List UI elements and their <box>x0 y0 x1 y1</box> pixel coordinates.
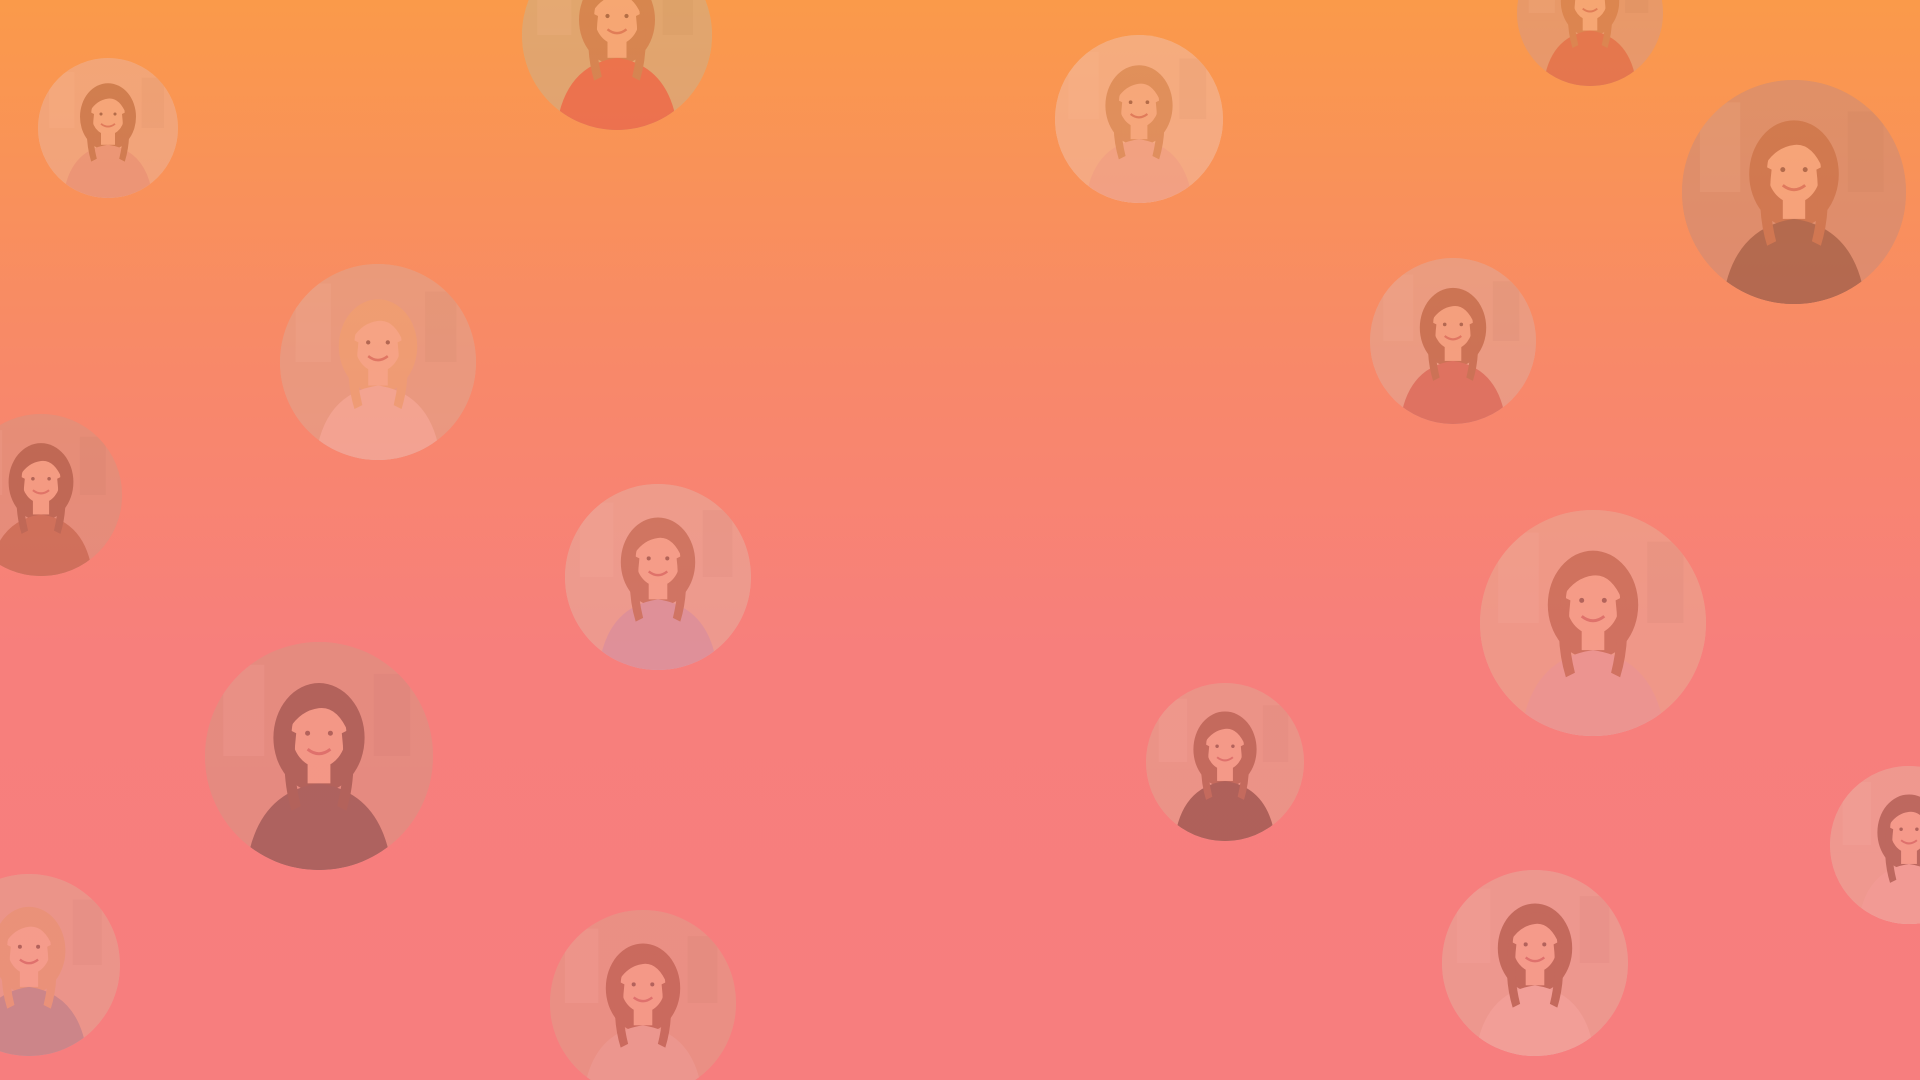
avatar-photo-5 <box>1682 80 1906 304</box>
avatar-photo-4 <box>1517 0 1663 86</box>
avatar-tint-overlay <box>0 414 122 576</box>
avatar-tint-overlay <box>1146 683 1304 841</box>
gradient-background <box>0 0 1920 1080</box>
avatar-tint-overlay <box>1442 870 1628 1056</box>
avatar-photo-12 <box>1146 683 1304 841</box>
avatar-photo-10 <box>1480 510 1706 736</box>
avatar-photo-2 <box>522 0 712 130</box>
avatar-tint-overlay <box>1055 35 1223 203</box>
avatar-photo-9 <box>565 484 751 670</box>
avatar-tint-overlay <box>1370 258 1536 424</box>
avatar-tint-overlay <box>1682 80 1906 304</box>
avatar-photo-1 <box>38 58 178 198</box>
avatar-tint-overlay <box>1480 510 1706 736</box>
avatar-tint-overlay <box>280 264 476 460</box>
avatar-photo-11 <box>205 642 433 870</box>
avatar-tint-overlay <box>550 910 736 1080</box>
avatar-photo-6 <box>280 264 476 460</box>
avatar-tint-overlay <box>38 58 178 198</box>
avatar-tint-overlay <box>565 484 751 670</box>
avatar-tint-overlay <box>205 642 433 870</box>
avatar-photo-15 <box>550 910 736 1080</box>
avatar-photo-8 <box>0 414 122 576</box>
avatar-tint-overlay <box>0 874 120 1056</box>
avatar-photo-7 <box>1370 258 1536 424</box>
avatar-tint-overlay <box>522 0 712 130</box>
avatar-photo-13 <box>1830 766 1920 924</box>
avatar-tint-overlay <box>1517 0 1663 86</box>
avatar-photo-3 <box>1055 35 1223 203</box>
avatar-photo-14 <box>0 874 120 1056</box>
avatar-photo-16 <box>1442 870 1628 1056</box>
avatar-tint-overlay <box>1830 766 1920 924</box>
